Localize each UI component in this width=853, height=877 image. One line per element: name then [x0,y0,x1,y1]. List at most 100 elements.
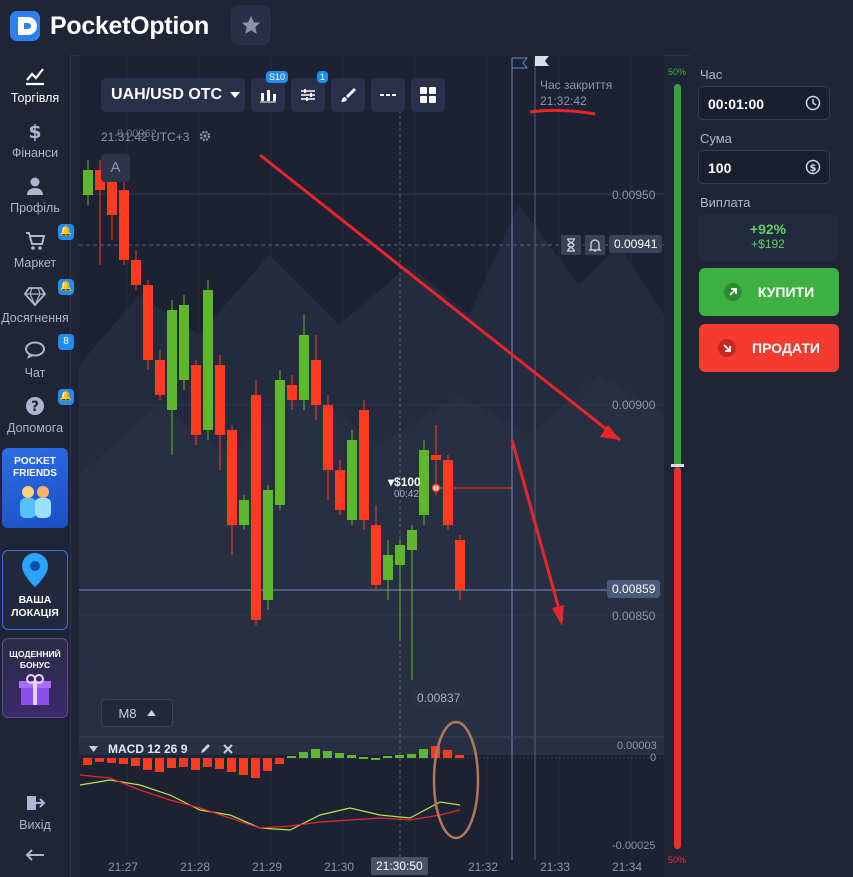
close-time-label: Час закриття [540,78,613,92]
macd-histogram-bar [287,756,296,758]
chat-icon [25,341,45,359]
settings-gear-icon[interactable] [199,130,211,142]
promo-label: ЩОДЕННИЙ БОНУС [9,649,61,670]
sidebar-item-profile[interactable]: Профіль [0,175,70,215]
chart-type-button[interactable]: S10 [251,71,288,112]
macd-collapse-icon[interactable] [89,746,98,752]
indicators-button[interactable]: 1 [291,71,328,112]
macd-histogram-bar [395,755,404,758]
macd-histogram-bar [179,758,188,767]
macd-histogram-bar [323,751,332,758]
alert-price-label: 0.00941 [609,235,663,253]
price-alert-button[interactable] [585,235,605,255]
chevron-down-icon [230,92,241,98]
expiry-time-input[interactable]: 00:01:00 [698,86,830,120]
cart-icon [26,232,46,250]
exit-button[interactable]: Вихід [0,792,70,832]
macd-histogram-bar [359,757,368,759]
chevron-up-icon [146,710,156,716]
collapse-arrow-icon[interactable] [24,848,46,862]
time-axis-label: 21:30 [324,860,355,874]
promo-your-location[interactable]: ВАША ЛОКАЦІЯ [2,550,68,630]
sentiment-up-bar [674,84,681,466]
close-flag-icon [535,56,549,66]
candle-body [383,555,393,580]
buy-button[interactable]: КУПИТИ [699,268,839,316]
payout-box: +92% +$192 [698,215,838,261]
sidebar-item-label: Допомога [6,421,64,435]
chat-count-badge: 8 [58,334,74,350]
arrow-up-right-icon [723,283,742,301]
macd-histogram-bar [371,758,380,760]
promo-label: ВАША ЛОКАЦІЯ [11,594,59,619]
candle-body [215,365,225,435]
timeframe-selector[interactable]: M8 [101,699,173,727]
sidebar-item-label: Маркет [13,256,57,270]
sidebar-item-trading[interactable]: Торгівля [0,65,70,105]
sidebar-item-finance[interactable]: $ Фінанси [0,120,70,160]
ghost-price: 0.00962 [117,128,157,140]
text-tool-button[interactable]: A [101,154,130,182]
exit-icon [27,796,46,810]
low-price-label: 0.00837 [412,689,466,707]
expiry-flag-icon [511,57,529,69]
macd-histogram-bar [119,758,128,764]
sidebar-item-help[interactable]: 🔔 ? Допомога [0,389,74,435]
annotation-arrow-line [510,439,564,621]
candle-body [299,335,309,400]
sidebar-item-market[interactable]: 🔔 Маркет [0,224,74,270]
notification-badge: 🔔 [58,279,74,295]
payout-percent: +92% [749,221,787,237]
trade-timer: 00:42 [394,489,420,500]
macd-histogram-bar [443,750,452,758]
macd-line [79,779,461,831]
time-axis-label: 21:34 [612,860,643,874]
time-axis-label: 21:28 [180,860,211,874]
notification-badge: 🔔 [58,389,74,405]
sell-button[interactable]: ПРОДАТИ [699,324,839,372]
edit-pencil-icon[interactable] [200,743,211,754]
candle-body [227,430,237,525]
chart-line-icon [26,68,44,86]
time-axis-label: 21:29 [252,860,283,874]
location-pin-icon [22,553,48,587]
logo[interactable]: PocketOption [8,8,209,44]
brand-name: PocketOption [50,11,209,40]
asset-selector[interactable]: UAH/USD OTC [101,78,245,112]
macd-histogram-bar [275,758,284,764]
candle-body [119,190,129,260]
macd-histogram-bar [251,758,260,778]
promo-daily-bonus[interactable]: ЩОДЕННИЙ БОНУС [2,638,68,718]
buy-label: КУПИТИ [757,284,815,300]
bell-icon [588,239,602,252]
friends-illustration-icon [20,486,51,518]
promo-pocket-friends[interactable]: POCKET FRIENDS [2,448,68,528]
time-axis-label: 21:33 [540,860,571,874]
macd-histogram-bar [155,758,164,772]
dollar-icon: $ [28,121,41,142]
macd-histogram-bar [239,758,248,775]
candle-body [203,290,213,430]
candle-body [251,395,261,620]
timer-alert-button[interactable] [561,235,581,255]
close-icon[interactable] [223,744,233,754]
sidebar-item-chat[interactable]: 8 Чат [0,334,74,380]
macd-histogram-bar [263,758,272,771]
macd-histogram-bar [419,749,428,758]
drawing-tools-button[interactable] [331,78,365,112]
favorite-button[interactable] [231,5,271,45]
sidebar: Торгівля $ Фінанси Профіль 🔔 Маркет 🔔 До… [0,55,74,877]
layout-button[interactable] [411,78,445,112]
gift-icon [19,674,51,705]
sentiment-up-percent: 50% [668,67,687,77]
timeframe-badge: S10 [265,71,288,83]
more-options-button[interactable] [371,78,405,112]
macd-scale-label: -0.00025 [612,840,656,852]
sidebar-item-label: Досягнення [1,311,69,325]
sidebar-item-achievements[interactable]: 🔔 Досягнення [0,279,74,325]
price-axis-label: 0.00850 [612,609,656,623]
amount-input[interactable]: 100 $ [698,150,830,184]
candle-body [275,380,285,505]
candle-body [335,470,345,510]
hourglass-icon [567,238,575,252]
